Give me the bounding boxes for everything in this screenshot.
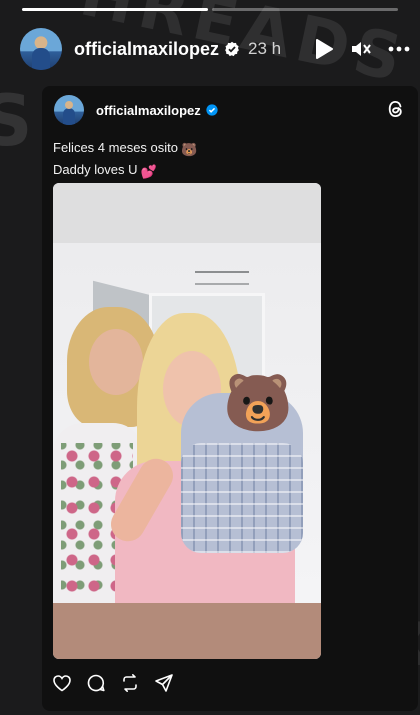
repost-icon[interactable] [120, 673, 140, 693]
verified-badge-icon [206, 104, 218, 116]
comment-icon[interactable] [86, 673, 106, 693]
share-icon[interactable] [154, 673, 174, 693]
post-caption: Felices 4 meses osito 🐻 Daddy loves U 💕 [53, 138, 197, 182]
post-photo[interactable]: 🐻 [53, 183, 321, 659]
mute-icon[interactable] [350, 39, 372, 59]
caption-line: Daddy loves U [53, 162, 138, 177]
heart-icon[interactable] [52, 674, 72, 692]
bear-face-sticker: 🐻 [223, 371, 293, 434]
post-avatar[interactable] [54, 95, 84, 125]
play-icon[interactable] [314, 38, 334, 60]
hearts-emoji: 💕 [140, 164, 157, 179]
more-icon[interactable] [388, 46, 410, 52]
post-actions [52, 673, 174, 693]
story-timestamp: 23 h [248, 39, 282, 58]
threads-logo-icon[interactable] [386, 98, 406, 125]
story-progress-segment [22, 8, 208, 11]
bear-emoji: 🐻 [181, 142, 198, 157]
story-progress-segment [212, 8, 398, 11]
post-username[interactable]: officialmaxilopez [96, 103, 201, 118]
story-username[interactable]: officialmaxilopez [74, 39, 219, 60]
story-header: officialmaxilopez 23 h [20, 26, 410, 72]
story-progress [22, 8, 398, 11]
avatar[interactable] [20, 28, 62, 70]
caption-line: Felices 4 meses osito [53, 140, 178, 155]
verified-badge-icon [224, 41, 240, 57]
background-watermark-letter: S [0, 80, 33, 162]
threads-post-card[interactable]: officialmaxilopez Felices 4 meses osito 🐻… [42, 86, 418, 711]
post-header: officialmaxilopez [54, 94, 218, 126]
